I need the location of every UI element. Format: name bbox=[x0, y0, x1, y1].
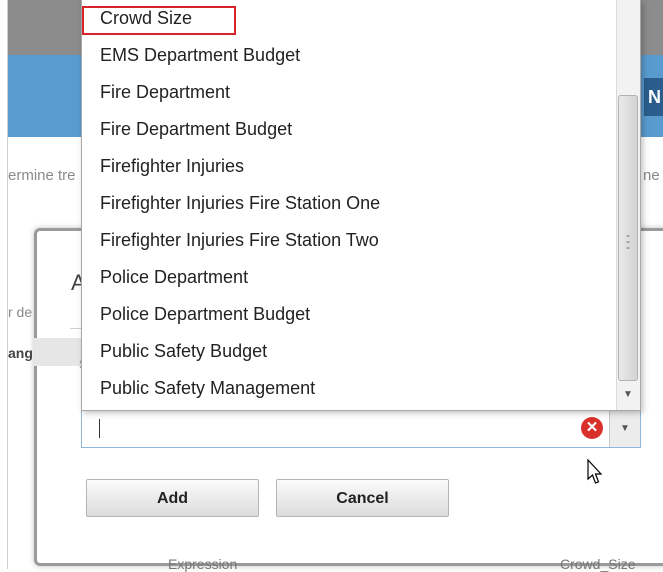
footer-expression-text: Expression bbox=[168, 556, 238, 572]
dropdown-option[interactable]: Firefighter Injuries bbox=[100, 148, 244, 185]
dialog-left-tab-bar bbox=[34, 338, 82, 366]
dropdown-option[interactable]: Fire Department bbox=[100, 74, 230, 111]
dropdown-option[interactable]: Public Safety Management bbox=[100, 370, 315, 407]
window-left-frame bbox=[0, 0, 8, 569]
footer-crowd-text: Crowd_Size bbox=[560, 556, 636, 572]
background-description-right: ne bbox=[643, 167, 660, 184]
background-description-left: ermine tre bbox=[8, 167, 76, 184]
mouse-pointer-icon bbox=[587, 459, 603, 484]
dropdown-option[interactable]: Police Department bbox=[100, 259, 248, 296]
dropdown-option[interactable]: EMS Department Budget bbox=[100, 37, 300, 74]
measure-combo-input[interactable] bbox=[81, 410, 641, 448]
dropdown-option[interactable]: Firefighter Injuries Fire Station Two bbox=[100, 222, 379, 259]
dropdown-option[interactable]: Fire Department Budget bbox=[100, 111, 292, 148]
dropdown-option[interactable]: Crowd Size bbox=[100, 0, 192, 37]
scroll-down-icon[interactable]: ▼ bbox=[618, 384, 638, 406]
chevron-down-icon[interactable]: ▼ bbox=[609, 411, 640, 447]
dropdown-option[interactable]: Firefighter Injuries Fire Station One bbox=[100, 185, 380, 222]
text-caret bbox=[99, 419, 100, 438]
dialog-left-tab-label: ang bbox=[8, 345, 33, 361]
add-button[interactable]: Add bbox=[86, 479, 259, 517]
header-action-button[interactable]: N bbox=[644, 78, 663, 116]
scrollbar-grip-icon: --- bbox=[626, 228, 630, 254]
cancel-button[interactable]: Cancel bbox=[276, 479, 449, 517]
error-clear-icon[interactable]: ✕ bbox=[581, 417, 603, 439]
dropdown-option[interactable]: Public Safety Budget bbox=[100, 333, 267, 370]
dropdown-option[interactable]: Police Department Budget bbox=[100, 296, 310, 333]
dialog-left-field-text: r de bbox=[8, 304, 33, 320]
